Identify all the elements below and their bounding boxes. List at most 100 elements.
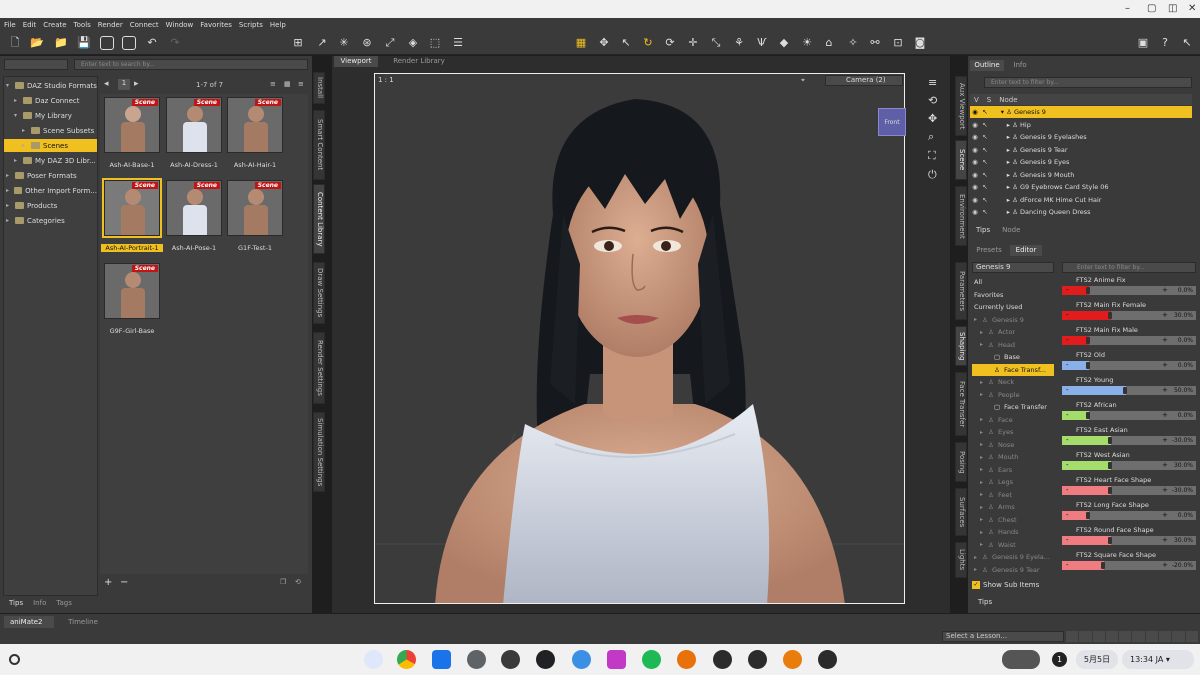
category-arrow-icon[interactable]: ▸ — [980, 504, 986, 511]
export-icon[interactable] — [122, 36, 136, 50]
visibility-eye-icon[interactable]: ◉ — [970, 121, 980, 129]
parameter-slider[interactable]: - +50.0% — [1062, 386, 1196, 395]
selectable-arrow-icon[interactable]: ↖ — [980, 171, 990, 179]
ds-logo-icon[interactable]: ▣ — [1136, 36, 1150, 50]
lesson-step[interactable] — [1172, 631, 1185, 642]
outline-row[interactable]: ◉ ↖ ▸ ♙ Genesis 9 Eyes — [970, 156, 1192, 168]
merge-icon[interactable]: 📁 — [54, 36, 68, 50]
pan-icon[interactable]: ✥ — [928, 112, 944, 125]
settings-icon[interactable] — [467, 650, 486, 669]
increment-icon[interactable]: + — [1162, 511, 1168, 520]
category-item[interactable]: ▢ Face Transfer — [972, 401, 1054, 413]
parameter-slider[interactable]: - +30.0% — [1062, 461, 1196, 470]
category-arrow-icon[interactable]: ▸ — [980, 329, 986, 336]
show-sub-items[interactable]: ✓ Show Sub Items — [972, 579, 1054, 590]
parameter-slider[interactable]: - + -20.0% — [1062, 561, 1196, 570]
collapsed-arrow-icon[interactable]: ▸ — [14, 157, 20, 164]
content-search-input[interactable]: Enter text to search by... — [74, 59, 308, 70]
tab-tips[interactable]: Tips — [976, 226, 990, 237]
scene-thumbnail[interactable]: Scene — [227, 180, 283, 236]
increment-icon[interactable]: + — [1162, 361, 1168, 370]
camera-icon[interactable]: ◙ — [913, 36, 927, 50]
category-arrow-icon[interactable]: ▸ — [980, 491, 986, 498]
category-arrow-icon[interactable]: ▸ — [974, 566, 980, 573]
selectable-arrow-icon[interactable]: ↖ — [980, 108, 990, 116]
collapsed-arrow-icon[interactable]: ▸ — [6, 172, 12, 179]
tab-aux-viewport[interactable]: Aux Viewport — [955, 76, 967, 136]
tab-viewport[interactable]: Viewport — [334, 56, 378, 67]
slider-handle[interactable] — [1086, 287, 1090, 294]
category-item[interactable]: ▸ ♙ Genesis 9 Eyela... — [972, 551, 1054, 563]
menu-edit[interactable]: Edit — [23, 21, 37, 29]
parameter-slider[interactable]: - +30.0% — [1062, 536, 1196, 545]
category-arrow-icon[interactable]: ▸ — [980, 341, 986, 348]
category-item[interactable]: ▢ Base — [972, 351, 1054, 363]
lesson-step[interactable] — [1132, 631, 1145, 642]
outline-row[interactable]: ◉ ↖ ▸ ♙ Genesis 9 Eyelashes — [970, 131, 1192, 143]
lesson-step[interactable] — [1079, 631, 1092, 642]
slider-handle[interactable] — [1108, 537, 1112, 544]
geometry-editor-icon[interactable]: ◈ — [406, 36, 420, 50]
increment-icon[interactable]: + — [1162, 561, 1168, 570]
scene-thumbnail[interactable]: Scene — [102, 178, 162, 238]
increment-icon[interactable]: + — [1162, 311, 1168, 320]
tab-tags[interactable]: Tags — [56, 599, 72, 610]
collapsed-arrow-icon[interactable]: ▸ — [22, 127, 28, 134]
selectable-arrow-icon[interactable]: ↖ — [980, 208, 990, 216]
expand-arrow-icon[interactable]: ▸ — [990, 121, 1010, 129]
thumbnail-label[interactable]: Ash-AI-Dress-1 — [163, 161, 225, 169]
launcher-icon[interactable] — [9, 654, 20, 665]
grid-view-icon[interactable]: ▦ — [284, 80, 291, 88]
decrement-icon[interactable]: - — [1066, 536, 1069, 545]
selectable-arrow-icon[interactable]: ↖ — [980, 133, 990, 141]
thumbnail-label[interactable]: G9F-Girl-Base — [101, 327, 163, 335]
lesson-step[interactable] — [1185, 631, 1198, 642]
expand-arrow-icon[interactable]: ▸ — [990, 208, 1010, 216]
parameter-slider[interactable]: - + -30.0% — [1062, 486, 1196, 495]
reset-view-icon[interactable]: ⏻ — [928, 168, 944, 182]
tab-info[interactable]: Info — [33, 599, 46, 610]
app-blue-icon[interactable] — [572, 650, 591, 669]
category-arrow-icon[interactable]: ▸ — [980, 391, 986, 398]
terminal-icon[interactable] — [536, 650, 555, 669]
spot-render-icon[interactable]: ✳ — [337, 36, 351, 50]
close-icon[interactable]: ✕ — [1188, 3, 1196, 14]
tab-outline[interactable]: Outline — [970, 60, 1004, 71]
assistant-icon[interactable] — [364, 650, 383, 669]
category-item[interactable]: Currently Used — [972, 301, 1054, 313]
increment-icon[interactable]: + — [1162, 411, 1168, 420]
duplicate-icon[interactable]: ❐ — [280, 578, 286, 586]
category-item[interactable]: ▸ ♙ Genesis 9 Tear — [972, 564, 1054, 576]
page-number[interactable]: 1 — [118, 79, 130, 90]
category-item[interactable]: ▸ ♙ Face — [972, 414, 1054, 426]
collapsed-arrow-icon[interactable]: ▸ — [14, 97, 20, 104]
expanded-arrow-icon[interactable]: ▾ — [6, 82, 12, 89]
category-item[interactable]: ▸ ♙ People — [972, 389, 1054, 401]
category-arrow-icon[interactable]: ▸ — [980, 416, 986, 423]
pointer-icon[interactable]: ↖ — [1180, 36, 1194, 50]
outline-row[interactable]: ◉ ↖ ▸ ♙ Genesis 9 Tear — [970, 144, 1192, 156]
selectable-arrow-icon[interactable]: ↖ — [980, 158, 990, 166]
category-item[interactable]: ▸ ♙ Arms — [972, 501, 1054, 513]
lesson-step[interactable] — [1066, 631, 1079, 642]
header-selectable[interactable]: S — [987, 96, 991, 104]
category-arrow-icon[interactable]: ▸ — [980, 379, 986, 386]
tab-simulation-settings[interactable]: Simulation Settings — [313, 412, 325, 492]
visibility-eye-icon[interactable]: ◉ — [970, 183, 980, 191]
next-page-icon[interactable]: ▸ — [134, 79, 139, 89]
tree-item[interactable]: ▸ Daz Connect — [4, 94, 97, 107]
category-arrow-icon[interactable]: ▸ — [980, 441, 986, 448]
tab-smart-content[interactable]: Smart Content — [313, 110, 325, 180]
list-view-icon[interactable]: ≡ — [270, 80, 276, 88]
visibility-eye-icon[interactable]: ◉ — [970, 196, 980, 204]
tab-node[interactable]: Node — [1002, 226, 1020, 237]
thumbnail-label[interactable]: Ash-AI-Base-1 — [101, 161, 163, 169]
category-arrow-icon[interactable]: ▸ — [980, 429, 986, 436]
universal-tool-icon[interactable]: ✥ — [597, 36, 611, 50]
save-icon[interactable]: 💾 — [77, 36, 91, 50]
menu-file[interactable]: File — [4, 21, 16, 29]
expand-arrow-icon[interactable]: ▾ — [990, 108, 1004, 116]
profile-avatars[interactable] — [1002, 650, 1040, 669]
parameter-value[interactable]: 50.0% — [1174, 386, 1193, 395]
category-item[interactable]: ▸ ♙ Feet — [972, 489, 1054, 501]
